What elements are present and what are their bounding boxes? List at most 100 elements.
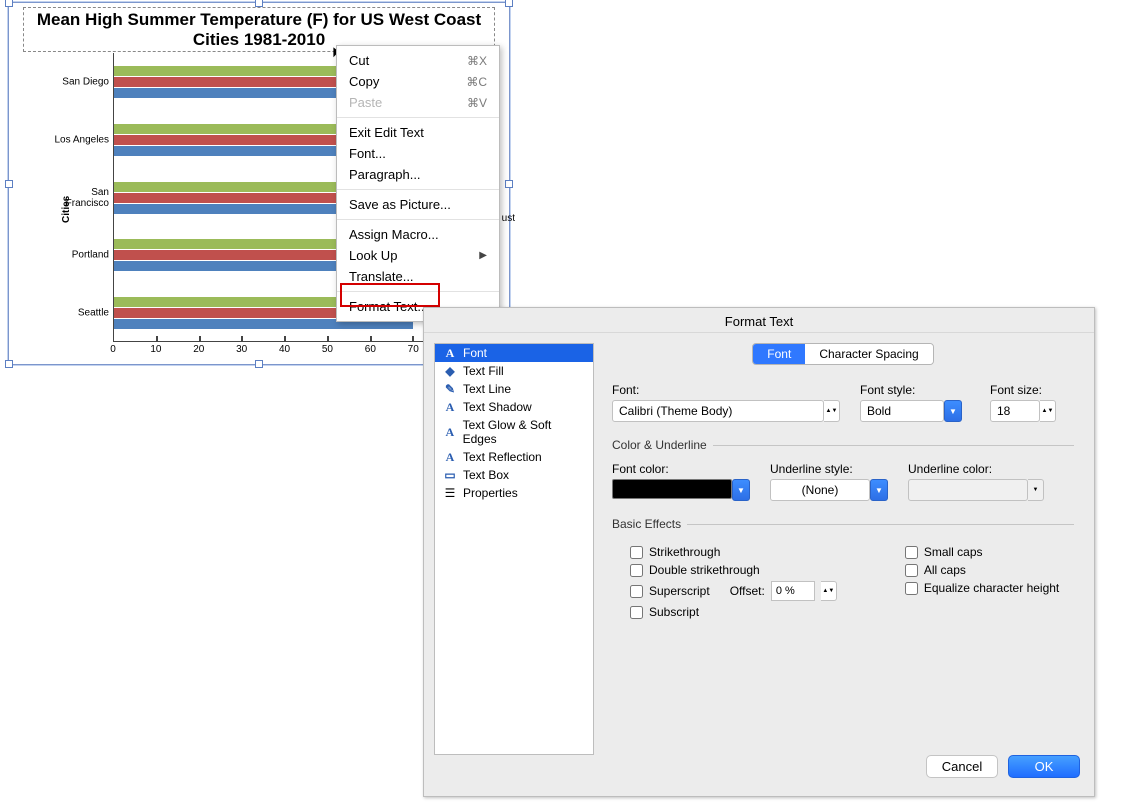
offset-label: Offset:: [730, 584, 765, 598]
menu-exit-edit-text[interactable]: Exit Edit Text: [337, 122, 499, 143]
font-size-input[interactable]: [990, 400, 1040, 422]
underline-color-select: [908, 479, 1028, 501]
checkbox-strikethrough[interactable]: [630, 546, 643, 559]
font-input[interactable]: [612, 400, 824, 422]
x-tick: 0: [110, 344, 116, 355]
font-style-dropdown[interactable]: ▼: [944, 400, 962, 422]
checkbox-equalize-height[interactable]: [905, 582, 918, 595]
font-color-swatch[interactable]: [612, 479, 732, 499]
menu-label: Paste: [349, 95, 382, 110]
sidebar-item-label: Text Shadow: [463, 400, 532, 414]
sidebar-item-text-line[interactable]: ✎Text Line: [435, 380, 593, 398]
checkbox-label: Strikethrough: [649, 545, 720, 559]
sidebar-item-label: Font: [463, 346, 487, 360]
sidebar-item-label: Text Box: [463, 468, 509, 482]
menu-translate[interactable]: Translate...: [337, 266, 499, 287]
font-color-label: Font color:: [612, 462, 750, 476]
resize-handle-bl[interactable]: [5, 360, 13, 368]
menu-label: Save as Picture...: [349, 197, 451, 212]
font-color-dropdown[interactable]: ▼: [732, 479, 750, 501]
shortcut: ⌘C: [466, 75, 487, 89]
offset-stepper[interactable]: ▲▼: [821, 581, 837, 601]
checkbox-label: Small caps: [924, 545, 983, 559]
offset-input[interactable]: [771, 581, 815, 601]
sidebar-item-text-box[interactable]: ▭ Text Box: [435, 466, 593, 484]
underline-color-dropdown: ▼: [1028, 479, 1044, 501]
resize-handle-tl[interactable]: [5, 0, 13, 7]
category-label: Portland: [51, 250, 109, 261]
x-tick: 70: [408, 344, 419, 355]
sidebar-item-label: Text Fill: [463, 364, 504, 378]
menu-label: Exit Edit Text: [349, 125, 424, 140]
sidebar-icon: A: [443, 346, 457, 360]
sidebar-icon: ◆: [443, 364, 457, 378]
resize-handle-lm[interactable]: [5, 180, 13, 188]
ok-button[interactable]: OK: [1008, 755, 1080, 778]
menu-paste: Paste ⌘V: [337, 92, 499, 113]
x-tick: 60: [365, 344, 376, 355]
x-tick: 20: [193, 344, 204, 355]
menu-separator: [337, 219, 499, 220]
menu-cut[interactable]: Cut ⌘X: [337, 50, 499, 71]
sidebar-item-text-fill[interactable]: ◆ Text Fill: [435, 362, 593, 380]
checkbox-label: Superscript: [649, 584, 710, 598]
sidebar-item-text-glow-soft-edges[interactable]: AText Glow & Soft Edges: [435, 416, 593, 448]
font-size-label: Font size:: [990, 383, 1074, 397]
checkbox-label: Subscript: [649, 605, 699, 619]
sidebar-item-label: Properties: [463, 486, 518, 500]
resize-handle-rm[interactable]: [505, 180, 513, 188]
tab-font[interactable]: Font: [753, 344, 805, 364]
dialog-sidebar: AFont◆Text Fill✎Text LineAText ShadowATe…: [434, 343, 594, 755]
sidebar-item-properties[interactable]: ☰ Properties: [435, 484, 593, 502]
menu-label: Format Text...: [349, 299, 428, 314]
menu-paragraph[interactable]: Paragraph...: [337, 164, 499, 185]
category-label: San Francisco: [51, 187, 109, 209]
shortcut: ⌘X: [467, 54, 487, 68]
checkbox-superscript[interactable]: [630, 585, 643, 598]
tab-character-spacing[interactable]: Character Spacing: [805, 344, 932, 364]
underline-style-dropdown[interactable]: ▼: [870, 479, 888, 501]
resize-handle-tr[interactable]: [505, 0, 513, 7]
menu-font[interactable]: Font...: [337, 143, 499, 164]
underline-style-select[interactable]: [770, 479, 870, 501]
font-style-input[interactable]: [860, 400, 944, 422]
segmented-tabs: Font Character Spacing: [752, 343, 933, 365]
menu-separator: [337, 291, 499, 292]
sidebar-item-text-reflection[interactable]: A Text Reflection: [435, 448, 593, 466]
cancel-button[interactable]: Cancel: [926, 755, 998, 778]
legend-partial: ust: [502, 213, 515, 224]
checkbox-small-caps[interactable]: [905, 546, 918, 559]
menu-copy[interactable]: Copy ⌘C: [337, 71, 499, 92]
sidebar-item-text-shadow[interactable]: AText Shadow: [435, 398, 593, 416]
font-stepper[interactable]: ▲▼: [824, 400, 840, 422]
menu-look-up[interactable]: Look Up▶: [337, 245, 499, 266]
sidebar-icon: ▭: [443, 468, 457, 482]
sidebar-item-font[interactable]: A Font: [435, 344, 593, 362]
x-tick: 40: [279, 344, 290, 355]
menu-label: Copy: [349, 74, 379, 89]
category-label: Los Angeles: [51, 134, 109, 145]
checkbox-label: All caps: [924, 563, 966, 577]
context-menu: Cut ⌘X Copy ⌘C Paste ⌘V Exit Edit Text Font…: [336, 45, 500, 322]
underline-style-label: Underline style:: [770, 462, 888, 476]
sidebar-item-label: Text Reflection: [463, 450, 542, 464]
resize-handle-bm[interactable]: [255, 360, 263, 368]
menu-label: Cut: [349, 53, 369, 68]
menu-save-as-picture[interactable]: Save as Picture...: [337, 194, 499, 215]
font-style-label: Font style:: [860, 383, 970, 397]
sidebar-icon: ✎: [443, 382, 457, 396]
resize-handle-tm[interactable]: [255, 0, 263, 7]
checkbox-all-caps[interactable]: [905, 564, 918, 577]
x-tick: 10: [150, 344, 161, 355]
checkbox-label: Equalize character height: [924, 581, 1059, 595]
sidebar-icon: A: [443, 450, 457, 464]
shortcut: ⌘V: [467, 96, 487, 110]
checkbox-subscript[interactable]: [630, 606, 643, 619]
font-size-stepper[interactable]: ▲▼: [1040, 400, 1056, 422]
checkbox-double-strikethrough[interactable]: [630, 564, 643, 577]
menu-assign-macro[interactable]: Assign Macro...: [337, 224, 499, 245]
menu-label: Translate...: [349, 269, 414, 284]
menu-label: Look Up: [349, 248, 397, 263]
x-tick: 50: [322, 344, 333, 355]
sidebar-icon: ☰: [443, 486, 457, 500]
